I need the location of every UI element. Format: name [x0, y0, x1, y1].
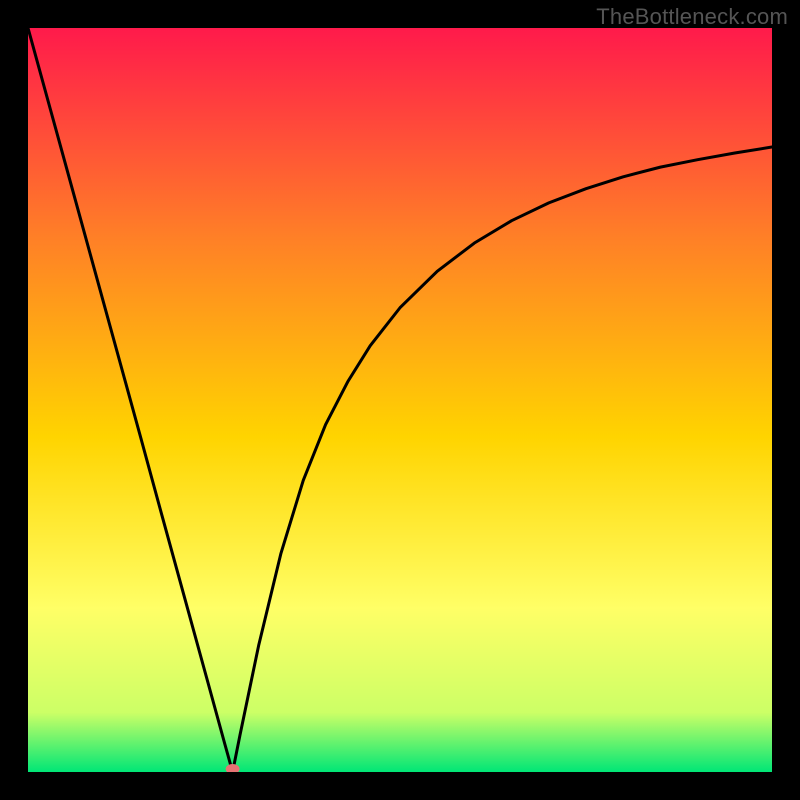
chart-svg — [28, 28, 772, 772]
watermark-label: TheBottleneck.com — [596, 4, 788, 30]
chart-root: TheBottleneck.com — [0, 0, 800, 800]
plot-area — [28, 28, 772, 772]
gradient-background — [28, 28, 772, 772]
